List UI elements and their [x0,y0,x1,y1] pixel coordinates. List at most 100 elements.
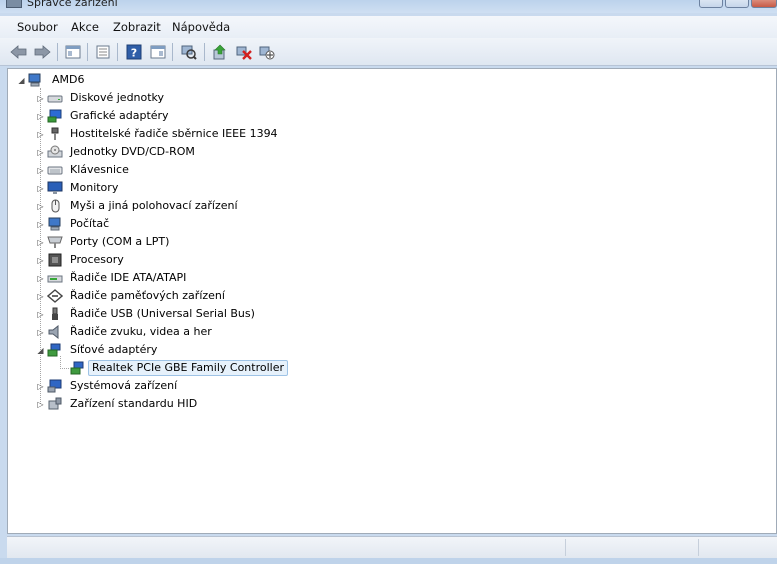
tree-category[interactable]: ▷ Procesory [8,252,768,269]
tree-node-label: Počítač [70,217,110,230]
tree-connector [60,356,61,369]
scan-hardware-icon[interactable] [180,43,198,61]
hid-icon [47,397,63,411]
tree-category[interactable]: ▷ Řadiče zvuku, videa a her [8,324,768,341]
expand-arrow-icon[interactable]: ▷ [36,256,45,265]
tree-category[interactable]: ▷ Myši a jiná polohovací zařízení [8,198,768,215]
monitor-icon [47,181,63,195]
close-button[interactable] [751,0,777,8]
window-bottom-edge [0,558,777,564]
keyboard-icon [47,163,63,177]
tree-category[interactable]: ▷ Počítač [8,216,768,233]
menu-zobrazit[interactable]: Zobrazit [113,20,161,34]
properties-icon[interactable] [94,43,112,61]
expand-arrow-icon[interactable]: ▷ [36,220,45,229]
toolbar-separator [117,43,118,61]
forward-arrow-icon[interactable] [33,43,51,61]
expand-arrow-icon[interactable]: ▷ [36,166,45,175]
computer-icon [27,73,43,87]
menu-napoveda[interactable]: Nápověda [172,20,230,34]
menu-bar: Soubor Akce Zobrazit Nápověda [0,16,777,38]
tree-node-label: Zařízení standardu HID [70,397,198,410]
tree-connector [60,368,69,369]
tree-category[interactable]: ▷ Zařízení standardu HID [8,396,768,413]
tree-category[interactable]: ▷ Porty (COM a LPT) [8,234,768,251]
tree-node-label: Diskové jednotky [70,91,165,104]
tree-node-label: Realtek PCIe GBE Family Controller [88,360,289,376]
tree-category[interactable]: ▷ Grafické adaptéry [8,108,768,125]
tree-category[interactable]: ▷ Jednotky DVD/CD-ROM [8,144,768,161]
tree-node-label: Řadiče zvuku, videa a her [70,325,212,338]
toolbar: ? [0,38,777,66]
expand-arrow-icon[interactable]: ▷ [36,148,45,157]
tree-category[interactable]: ▷ Řadiče USB (Universal Serial Bus) [8,306,768,323]
network-adapter-icon [47,343,63,357]
tree-node-label: AMD6 [52,73,85,86]
tree-node-label: Myši a jiná polohovací zařízení [70,199,238,212]
toolbar-separator [172,43,173,61]
system-device-icon [47,379,63,393]
expand-arrow-icon[interactable]: ▷ [36,94,45,103]
network-adapter-icon [70,361,86,375]
processor-icon [47,253,63,267]
action-pane-icon[interactable] [149,43,167,61]
menu-soubor[interactable]: Soubor [17,20,58,34]
maximize-button[interactable] [725,0,749,8]
tree-category[interactable]: ▷ Klávesnice [8,162,768,179]
device-tree[interactable]: ◢ AMD6 ▷ Diskové jednotky ▷ Grafické adaptéry… [7,68,777,534]
tree-category[interactable]: ▷ Monitory [8,180,768,197]
expand-arrow-icon[interactable]: ▷ [36,130,45,139]
collapse-arrow-icon[interactable]: ◢ [36,346,45,355]
expand-arrow-icon[interactable]: ▷ [36,202,45,211]
help-icon[interactable]: ? [125,43,143,61]
ide-controller-icon [47,271,63,285]
tree-category[interactable]: ▷ Diskové jednotky [8,90,768,107]
expand-arrow-icon[interactable]: ▷ [36,112,45,121]
tree-category[interactable]: ▷ Řadiče paměťových zařízení [8,288,768,305]
expand-arrow-icon[interactable]: ▷ [36,274,45,283]
menu-akce[interactable]: Akce [71,20,99,34]
display-adapter-icon [47,109,63,123]
tree-node-label: Řadiče paměťových zařízení [70,289,225,302]
expand-arrow-icon[interactable]: ▷ [36,400,45,409]
disk-drive-icon [47,91,63,105]
expand-arrow-icon[interactable]: ▷ [36,382,45,391]
collapse-arrow-icon[interactable]: ◢ [17,76,26,85]
tree-category[interactable]: ▷ Řadiče IDE ATA/ATAPI [8,270,768,287]
minimize-button[interactable] [699,0,723,8]
port-icon [47,235,63,249]
computer-icon [47,217,63,231]
update-driver-icon[interactable] [211,43,229,61]
tree-device-item[interactable]: Realtek PCIe GBE Family Controller [8,360,768,377]
status-pane [698,539,777,556]
tree-category[interactable]: ◢ Síťové adaptéry [8,342,768,359]
svg-text:?: ? [131,47,137,60]
tree-root[interactable]: ◢ AMD6 [8,72,768,89]
expand-arrow-icon[interactable]: ▷ [36,328,45,337]
mouse-icon [47,199,63,213]
tree-category[interactable]: ▷ Hostitelské řadiče sběrnice IEEE 1394 [8,126,768,143]
window-title: Správce zařízení [27,0,118,9]
tree-node-label: Klávesnice [70,163,129,176]
tree-node-label: Monitory [70,181,119,194]
tree-category[interactable]: ▷ Systémová zařízení [8,378,768,395]
expand-arrow-icon[interactable]: ▷ [36,184,45,193]
expand-arrow-icon[interactable]: ▷ [36,292,45,301]
expand-arrow-icon[interactable]: ▷ [36,310,45,319]
dvd-drive-icon [47,145,63,159]
disable-icon[interactable] [258,43,276,61]
status-pane [565,539,698,556]
toolbar-separator [87,43,88,61]
show-hide-console-tree-icon[interactable] [64,43,82,61]
back-arrow-icon[interactable] [10,43,28,61]
title-bar: Správce zařízení [0,0,777,13]
expand-arrow-icon[interactable]: ▷ [36,238,45,247]
tree-node-label: Řadiče USB (Universal Serial Bus) [70,307,255,320]
tree-node-label: Řadiče IDE ATA/ATAPI [70,271,187,284]
toolbar-separator [57,43,58,61]
status-bar [7,536,777,558]
toolbar-separator [204,43,205,61]
uninstall-icon[interactable] [235,43,253,61]
tree-node-label: Procesory [70,253,124,266]
tree-node-label: Systémová zařízení [70,379,178,392]
